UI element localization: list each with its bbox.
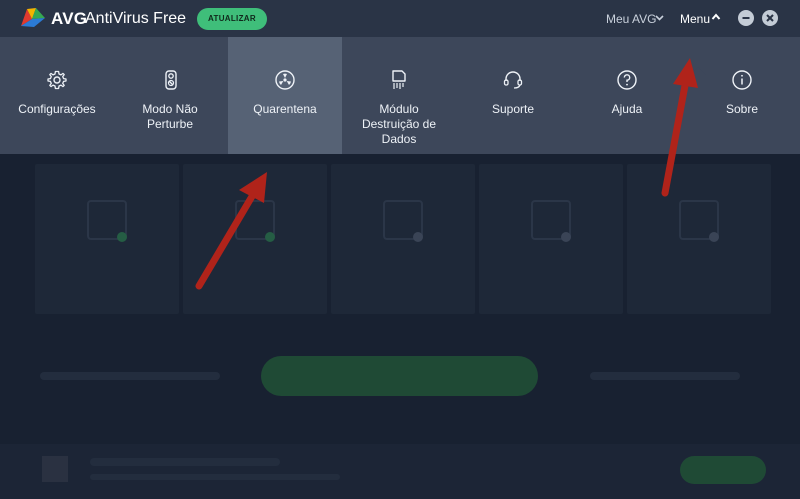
scan-button-dimmed [261, 356, 538, 396]
close-button[interactable] [762, 10, 778, 26]
title-bar: AVG AntiVirus Free ATUALIZAR Meu AVG Men… [0, 0, 800, 37]
my-avg-link[interactable]: Meu AVG [606, 12, 656, 26]
menu-item-quarentena[interactable]: Quarentena [228, 37, 342, 154]
menu-item-label: Modo Não Perturbe [142, 102, 198, 131]
menu-item-label: Ajuda [611, 102, 643, 116]
dashboard-background [0, 154, 800, 499]
menu-item-label: Configurações [18, 102, 96, 116]
card-privacy [331, 164, 475, 314]
menu-item-label: Quarentena [253, 102, 317, 116]
menu-item-label: Suporte [491, 102, 535, 116]
chevron-down-icon [655, 15, 664, 21]
upgrade-button[interactable]: ATUALIZAR [197, 8, 267, 30]
menu-toggle[interactable]: Menu [680, 12, 710, 26]
card-performance [479, 164, 623, 314]
close-icon [766, 14, 774, 22]
shredder-icon [392, 70, 406, 89]
question-icon [617, 70, 637, 90]
menu-item-modulo-destruicao[interactable]: Módulo Destruição de Dados [342, 37, 456, 154]
info-icon [732, 70, 752, 90]
avg-logo-icon [21, 8, 45, 27]
brand-name: AVG [51, 9, 88, 28]
biohazard-icon [275, 70, 295, 90]
menu-item-modo-nao-perturbe[interactable]: Modo Não Perturbe [114, 37, 228, 154]
menu-item-label: Sobre [725, 102, 759, 116]
gear-icon [47, 70, 67, 90]
card-web-email [183, 164, 327, 314]
chevron-up-icon [711, 13, 721, 20]
menu-item-configuracoes[interactable]: Configurações [0, 37, 114, 154]
main-menu-panel: Configurações Modo Não Perturbe Quarente… [0, 37, 800, 154]
menu-item-ajuda[interactable]: Ajuda [570, 37, 684, 154]
menu-item-label: Módulo Destruição de Dados [361, 102, 437, 146]
upgrade-banner-button-dimmed [680, 456, 766, 484]
card-computer [35, 164, 179, 314]
menu-item-suporte[interactable]: Suporte [456, 37, 570, 154]
minimize-button[interactable] [738, 10, 754, 26]
card-payments [627, 164, 771, 314]
menu-item-sobre[interactable]: Sobre [684, 37, 800, 154]
headset-icon [503, 71, 523, 89]
door-hanger-icon [165, 70, 177, 90]
product-name: AntiVirus Free [85, 10, 187, 27]
minimize-icon [742, 17, 750, 19]
